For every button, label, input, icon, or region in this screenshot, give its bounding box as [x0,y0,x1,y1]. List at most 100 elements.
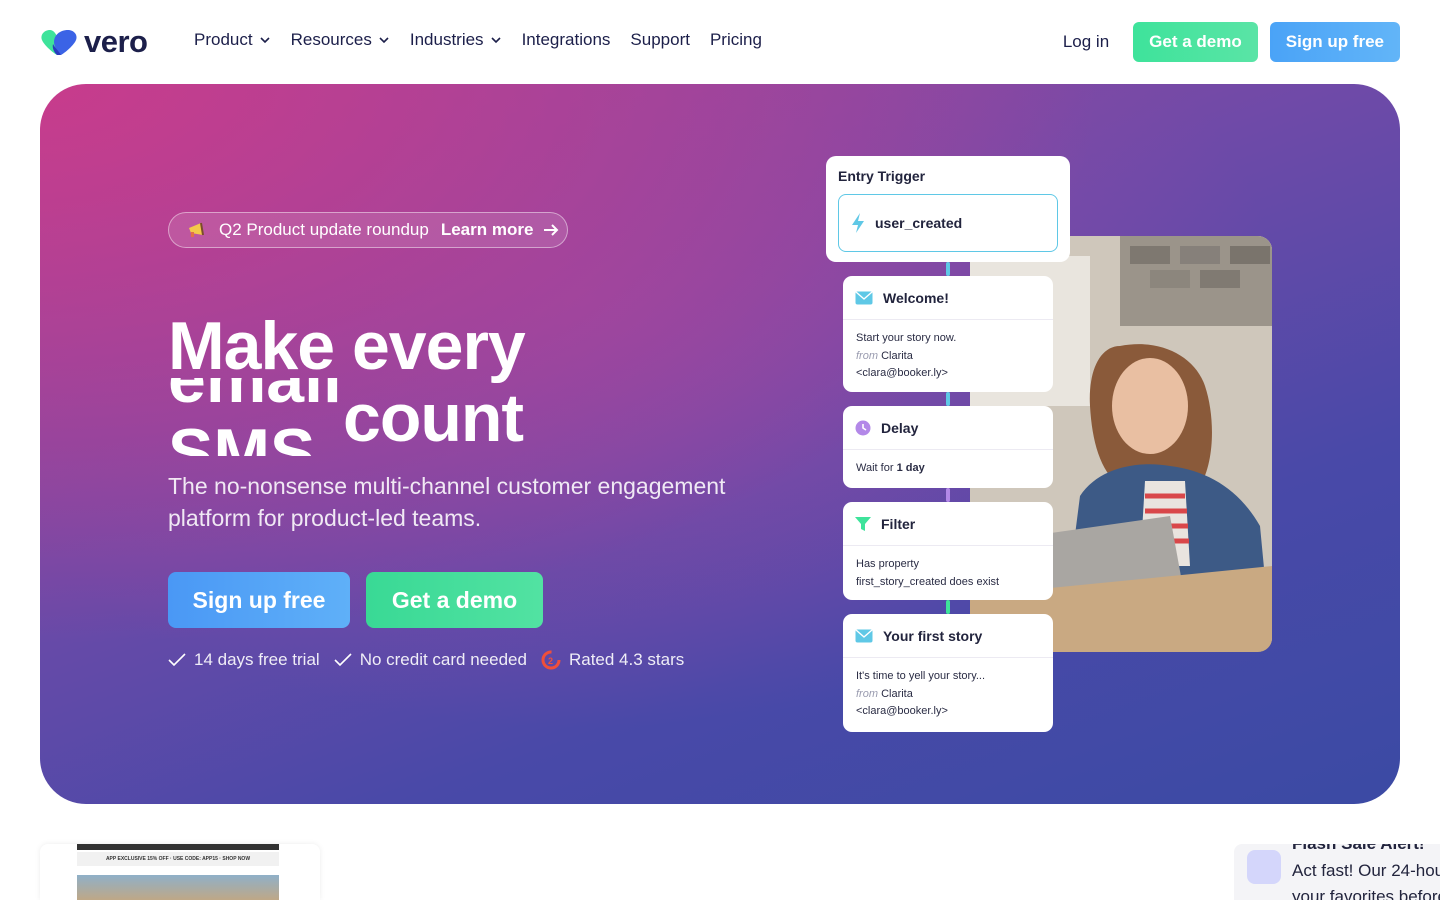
hero-section: Q2 Product update roundup Learn more Mak… [40,84,1400,804]
nav-item-label: Integrations [521,30,611,49]
nav-item-pricing[interactable]: Pricing [710,30,762,50]
trigger-event-box[interactable]: user_created [838,194,1058,252]
card-line: <clara@booker.ly> [856,705,948,717]
card-line: Start your story now. [856,332,957,344]
nav-item-resources[interactable]: Resources [291,30,390,50]
trigger-event-name: user_created [875,215,963,231]
email-preview-thumbnail: APP EXCLUSIVE 15% OFF · USE CODE: APP15 … [40,844,320,900]
card-header: Delay [843,406,1053,450]
arrow-right-icon [544,224,559,236]
rotating-word-sms: SMS [168,415,316,456]
nav-item-product[interactable]: Product [194,30,271,50]
nav-item-support[interactable]: Support [630,30,690,50]
trigger-title: Entry Trigger [838,168,926,184]
nav-item-label: Product [194,30,253,49]
card-body: It's time to yell your story... from Cla… [843,658,1053,731]
perk-label: 14 days free trial [194,650,320,669]
logo-wordmark: vero [84,24,148,59]
perks-list: 14 days free trial No credit card needed… [168,650,684,670]
avatar [1247,850,1281,884]
workflow-card-filter[interactable]: Filter Has property first_story_created … [843,502,1053,600]
workflow-card-first-story[interactable]: Your first story It's time to yell your … [843,614,1053,732]
connector-line [946,600,950,614]
main-menu: Product Resources Industries Integration… [194,30,762,50]
clock-icon [855,420,871,435]
perk-trial: 14 days free trial [168,650,320,670]
card-title: Filter [881,515,916,532]
perk-label: Rated 4.3 stars [568,650,685,669]
rotating-word-email: email [168,378,338,417]
connector-line [946,392,950,406]
rotating-word-slot: email SMS [168,378,338,456]
thumbnail-banner: APP EXCLUSIVE 15% OFF · USE CODE: APP15 … [77,852,279,866]
card-body: Has property first_story_created does ex… [843,546,1053,600]
card-title: Delay [881,419,919,436]
sign-up-button[interactable]: Sign up free [1269,22,1400,62]
card-title: Your first story [883,627,983,644]
card-body: Wait for 1 day [843,450,1053,488]
announcement-text: Q2 Product update roundup [219,220,429,239]
get-demo-button[interactable]: Get a demo [1133,22,1258,62]
nav-item-label: Resources [290,30,372,49]
headline-line-2: count [343,380,524,456]
delay-value: 1 day [896,462,925,474]
lightning-icon [852,213,864,233]
sms-text: Act fast! Our 24-hour your favorites bef… [1292,858,1440,900]
announcement-pill[interactable]: Q2 Product update roundup Learn more [168,212,568,248]
card-header: Welcome! [843,276,1053,320]
sms-line: Act fast! Our 24-hour [1292,861,1440,880]
perk-rating: 2 Rated 4.3 stars [541,650,684,670]
nav-item-integrations[interactable]: Integrations [522,30,611,50]
workflow-card-welcome[interactable]: Welcome! Start your story now. from Clar… [843,276,1053,392]
card-header: Your first story [843,614,1053,658]
from-name: Clarita [881,687,913,700]
g2-logo-icon: 2 [541,650,561,670]
top-navigation: vero Product Resources Industries Integr… [0,0,1440,84]
filter-icon [855,516,871,531]
learn-more-link[interactable]: Learn more [441,220,534,240]
nav-actions: Log in Get a demo Sign up free [1063,22,1400,62]
entry-trigger-card[interactable]: Entry Trigger user_created [826,156,1070,262]
hero-sign-up-button[interactable]: Sign up free [168,572,350,628]
chevron-down-icon [490,37,501,44]
delay-prefix: Wait for [856,462,894,474]
card-line: <clara@booker.ly> [856,367,948,379]
card-from-line: from Clarita [856,348,1040,366]
megaphone-icon [189,222,204,237]
card-line: first_story_created does exist [856,575,1000,588]
mail-icon [855,290,873,304]
connector-line [946,262,950,276]
connector-line [946,488,950,502]
checkmark-icon [168,653,186,667]
nav-item-label: Industries [409,30,484,49]
from-label: from [856,687,878,700]
login-link[interactable]: Log in [1063,32,1109,52]
perk-no-card: No credit card needed [334,650,527,670]
sms-title: Flash Sale Alert! [1292,844,1425,854]
card-line: Wait for 1 day [856,460,1040,478]
card-line: It's time to yell your story... [856,670,986,682]
nav-item-label: Pricing [709,30,762,49]
card-from-line: from Clarita [856,686,1040,704]
from-name: Clarita [881,349,913,362]
svg-text:2: 2 [548,656,553,666]
logo-heart-icon [41,30,77,55]
chevron-down-icon [379,37,389,44]
checkmark-icon [334,653,352,667]
from-label: from [856,349,878,362]
card-body: Start your story now. from Clarita <clar… [843,320,1053,392]
headline-line-1: Make every [168,308,526,384]
card-header: Filter [843,502,1053,546]
vero-logo[interactable]: vero [40,24,148,60]
nav-item-label: Support [630,30,690,49]
hero-get-demo-button[interactable]: Get a demo [366,572,543,628]
hero-subtitle: The no-nonsense multi-channel customer e… [168,473,726,531]
mail-icon [855,628,873,642]
nav-item-industries[interactable]: Industries [410,30,502,50]
thumbnail-header-bar [77,844,279,850]
sms-line: your favorites before [1292,887,1440,900]
thumbnail-image [77,875,279,900]
workflow-card-delay[interactable]: Delay Wait for 1 day [843,406,1053,488]
chevron-down-icon [260,37,270,44]
sms-preview-thumbnail: Flash Sale Alert! Act fast! Our 24-hour … [1234,844,1440,900]
